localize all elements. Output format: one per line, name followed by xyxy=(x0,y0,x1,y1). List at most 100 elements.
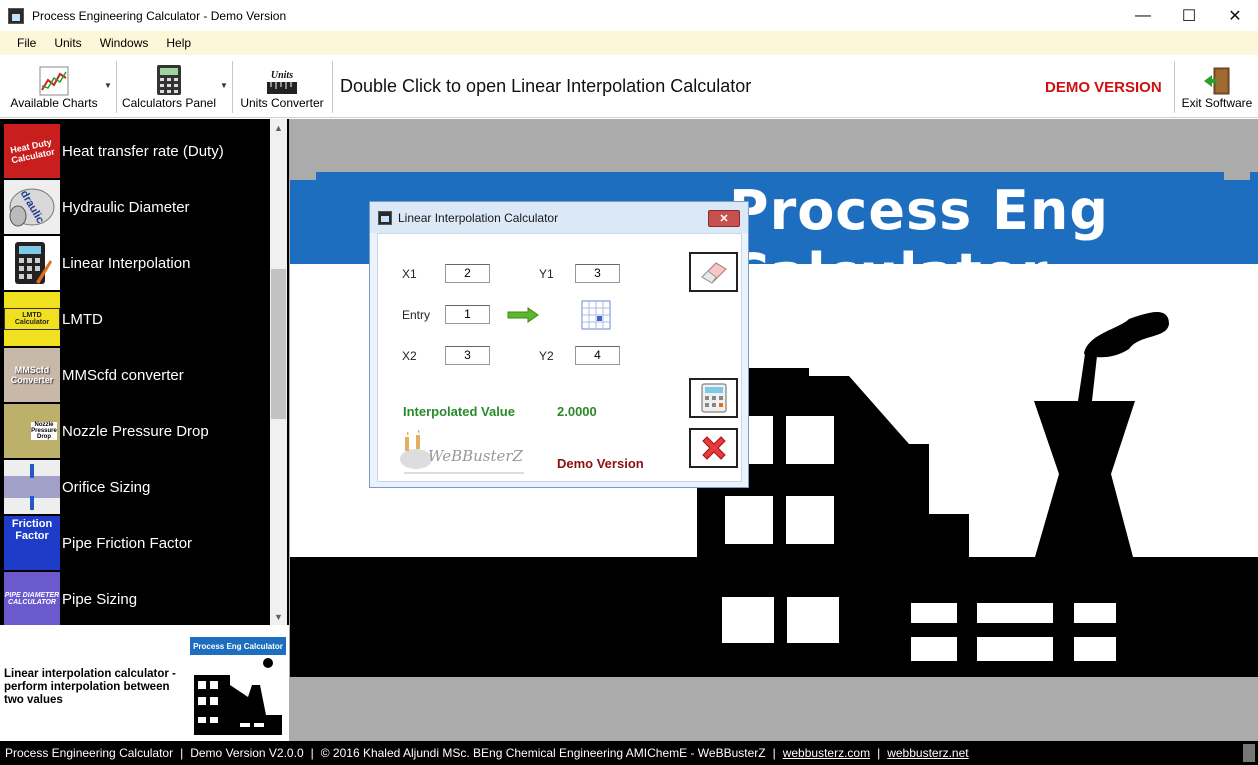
clear-button[interactable] xyxy=(689,252,738,292)
calculators-panel-button[interactable]: Calculators Panel xyxy=(120,59,218,115)
hydraulic-diameter-icon: draulic xyxy=(4,180,60,234)
linear-interpolation-dialog: Linear Interpolation Calculator ✕ X1 2 Y… xyxy=(369,201,749,488)
friction-factor-icon: Friction Factor xyxy=(4,516,60,570)
scroll-up-icon[interactable]: ▲ xyxy=(270,119,287,136)
entry-label: Entry xyxy=(402,308,431,322)
units-converter-label: Units Converter xyxy=(240,96,324,110)
maximize-button[interactable]: ☐ xyxy=(1166,0,1212,31)
list-item-pipe-friction-factor[interactable]: Friction Factor Pipe Friction Factor xyxy=(4,515,269,571)
list-item-linear-interpolation[interactable]: Linear Interpolation xyxy=(4,235,269,291)
status-link-com[interactable]: webbusterz.com xyxy=(783,746,870,760)
description-logo-title: Process Eng Calculator xyxy=(190,637,286,655)
dialog-close-button[interactable]: ✕ xyxy=(708,210,740,227)
webbusterz-logo: WeBBusterZ xyxy=(396,429,524,475)
close-button[interactable]: ✕ xyxy=(1212,0,1258,31)
calculator-icon xyxy=(701,383,726,413)
mmscfd-icon: MMScfd Converter xyxy=(4,348,60,402)
dialog-title: Linear Interpolation Calculator xyxy=(398,210,559,225)
list-item-label: MMScfd converter xyxy=(62,366,184,384)
calculator-icon xyxy=(4,236,60,290)
dialog-title-bar[interactable]: Linear Interpolation Calculator xyxy=(370,202,748,233)
status-bar: Process Engineering Calculator | Demo Ve… xyxy=(0,741,1258,765)
lmtd-icon: LMTD Calculator xyxy=(4,292,60,346)
scroll-down-icon[interactable]: ▼ xyxy=(270,608,287,625)
list-item-heat-duty[interactable]: Heat Duty Calculator Heat transfer rate … xyxy=(4,123,269,179)
menu-units[interactable]: Units xyxy=(45,36,90,50)
minimize-button[interactable]: — xyxy=(1120,0,1166,31)
x2-input[interactable]: 3 xyxy=(445,346,490,365)
y2-label: Y2 xyxy=(539,349,554,363)
entry-input[interactable]: 1 xyxy=(445,305,490,324)
pipe-sizing-icon: PIPE DIAMETER CALCULATOR xyxy=(4,572,60,626)
status-app-name: Process Engineering Calculator xyxy=(5,746,174,760)
toolbar-divider xyxy=(332,61,333,113)
interpolate-grid-icon[interactable] xyxy=(581,300,611,330)
app-icon xyxy=(8,7,24,24)
calculators-list: Heat Duty Calculator Heat transfer rate … xyxy=(0,119,289,627)
available-charts-label: Available Charts xyxy=(10,96,98,110)
chevron-down-icon[interactable]: ▼ xyxy=(104,81,112,90)
x1-input[interactable]: 2 xyxy=(445,264,490,283)
nozzle-icon: Nozzle Pressure Drop xyxy=(4,404,60,458)
list-item-label: Pipe Sizing xyxy=(62,590,138,608)
description-panel: Linear interpolation calculator - perfor… xyxy=(0,625,289,741)
list-item-orifice-sizing[interactable]: Orifice Sizing xyxy=(4,459,269,515)
dialog-demo-text: Demo Version xyxy=(557,456,644,471)
list-item-label: Orifice Sizing xyxy=(62,478,151,496)
list-item-hydraulic-diameter[interactable]: draulic Hydraulic Diameter xyxy=(4,179,269,235)
list-item-label: Hydraulic Diameter xyxy=(62,198,190,216)
exit-software-button[interactable]: Exit Software xyxy=(1178,59,1256,115)
status-copyright: © 2016 Khaled Aljundi MSc. BEng Chemical… xyxy=(320,746,766,760)
list-item-mmscfd[interactable]: MMScfd Converter MMScfd converter xyxy=(4,347,269,403)
heat-duty-icon: Heat Duty Calculator xyxy=(4,124,60,178)
x2-label: X2 xyxy=(402,349,417,363)
title-bar: Process Engineering Calculator - Demo Ve… xyxy=(0,0,1258,31)
demo-badge: DEMO VERSION xyxy=(1045,79,1162,96)
orifice-icon xyxy=(4,460,60,514)
menu-bar: File Units Windows Help xyxy=(0,31,1258,55)
toolbar: Available Charts ▼ Calculators Panel ▼ U… xyxy=(0,55,1258,118)
calculate-button[interactable] xyxy=(689,378,738,418)
resize-grip[interactable] xyxy=(1243,744,1255,762)
list-scrollbar[interactable]: ▲ ▼ xyxy=(270,119,287,625)
exit-software-label: Exit Software xyxy=(1181,96,1253,110)
status-version: Demo Version V2.0.0 xyxy=(190,746,304,760)
list-item-label: Linear Interpolation xyxy=(62,254,191,272)
toolbar-divider xyxy=(116,61,117,113)
list-item-nozzle-pressure-drop[interactable]: Nozzle Pressure Drop Nozzle Pressure Dro… xyxy=(4,403,269,459)
list-item-label: Heat transfer rate (Duty) xyxy=(62,142,224,160)
arrow-right-icon xyxy=(507,307,539,323)
list-item-label: LMTD xyxy=(62,310,103,328)
chevron-down-icon[interactable]: ▼ xyxy=(220,81,228,90)
calculator-icon xyxy=(157,65,181,95)
y1-label: Y1 xyxy=(539,267,554,281)
eraser-icon xyxy=(700,262,727,284)
app-icon xyxy=(378,210,392,225)
chart-icon xyxy=(39,66,69,96)
menu-help[interactable]: Help xyxy=(157,36,200,50)
units-converter-button[interactable]: Units Units Converter xyxy=(236,59,328,115)
window-title: Process Engineering Calculator - Demo Ve… xyxy=(32,8,287,23)
list-item-pipe-sizing[interactable]: PIPE DIAMETER CALCULATOR Pipe Sizing xyxy=(4,571,269,627)
cancel-button[interactable] xyxy=(689,428,738,468)
toolbar-divider xyxy=(1174,61,1175,113)
units-converter-icon: Units xyxy=(267,70,297,94)
svg-text:Units: Units xyxy=(271,70,293,81)
dialog-body: X1 2 Y1 3 Entry 1 X2 3 Y2 4 Interpolated… xyxy=(377,233,742,482)
list-item-lmtd[interactable]: LMTD Calculator LMTD xyxy=(4,291,269,347)
webbusterz-logo-text: WeBBusterZ xyxy=(428,447,523,465)
exit-door-icon xyxy=(1204,67,1230,95)
scroll-thumb[interactable] xyxy=(271,269,286,419)
y1-input[interactable]: 3 xyxy=(575,264,620,283)
interpolated-value-label: Interpolated Value xyxy=(403,404,515,419)
status-link-net[interactable]: webbusterz.net xyxy=(887,746,968,760)
description-text: Linear interpolation calculator - perfor… xyxy=(4,668,176,706)
y2-input[interactable]: 4 xyxy=(575,346,620,365)
interpolated-value: 2.0000 xyxy=(557,404,597,419)
available-charts-button[interactable]: Available Charts xyxy=(6,59,102,115)
x1-label: X1 xyxy=(402,267,417,281)
close-x-icon xyxy=(701,436,726,460)
menu-windows[interactable]: Windows xyxy=(91,36,158,50)
menu-file[interactable]: File xyxy=(8,36,45,50)
list-item-label: Nozzle Pressure Drop xyxy=(62,422,209,440)
